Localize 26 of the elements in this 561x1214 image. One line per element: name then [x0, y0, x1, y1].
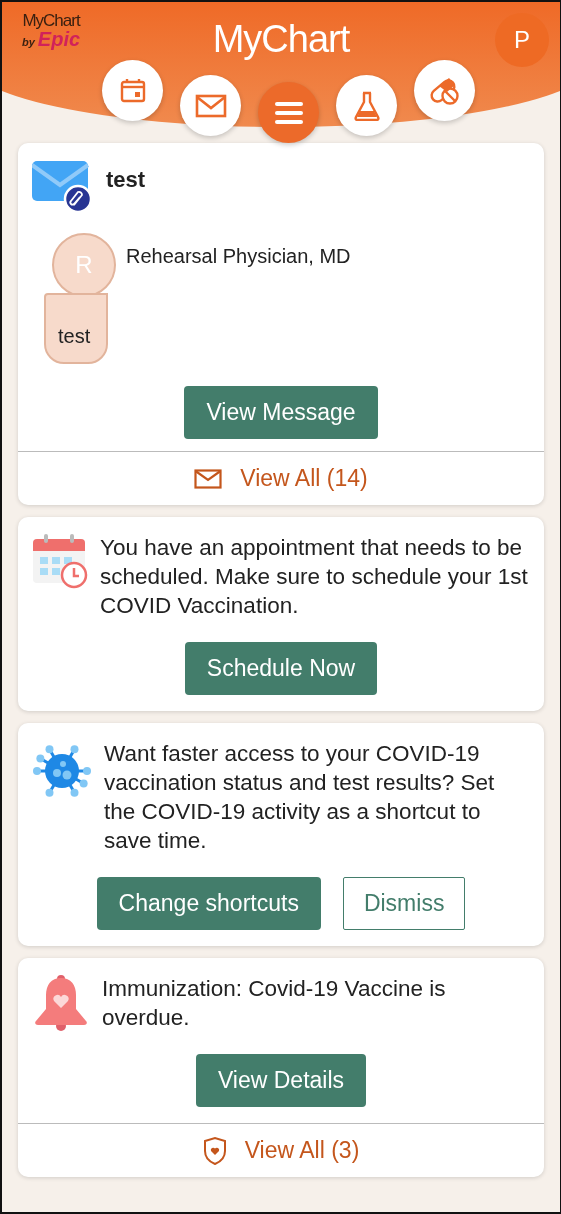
logo-by-text: by — [22, 37, 35, 48]
calendar-icon — [119, 77, 146, 104]
appointment-message: You have an appointment that needs to be scheduled. Make sure to schedule your 1st COVID Vaccination. — [100, 534, 529, 620]
view-all-link[interactable]: View All (14) — [18, 451, 544, 505]
pills-icon — [428, 75, 461, 106]
view-message-button[interactable]: View Message — [184, 386, 378, 439]
action-button[interactable]: View Details — [195, 1054, 367, 1107]
sender-name: Rehearsal Physician, MD — [126, 245, 351, 269]
app-title: MyChart — [212, 18, 350, 60]
view-all-link[interactable]: View All (3) — [18, 1123, 544, 1177]
action-button[interactable]: Schedule Now — [184, 642, 378, 695]
message-subject: test — [106, 167, 146, 193]
reminder-message: Immunization: Covid-19 Vaccine is overdue. — [102, 975, 447, 1032]
calendar-clock-icon — [32, 533, 88, 589]
logo-text: MyChart — [22, 12, 80, 29]
envelope-icon — [194, 468, 223, 489]
action-button[interactable]: Change shortcuts — [96, 877, 321, 930]
bell-icon — [32, 974, 90, 1032]
logo-brand-text: Epic — [37, 29, 81, 49]
flask-icon — [352, 90, 381, 121]
covid-message: Want faster access to your COVID-19 vaccination status and test results? Set the COVID-19 activity as a shortcut to save time. — [104, 740, 496, 855]
shield-heart-icon — [202, 1135, 227, 1166]
message-preview: test — [44, 293, 109, 364]
dismiss-button[interactable]: Dismiss — [342, 877, 466, 930]
menu-icon — [273, 100, 304, 125]
envelope-icon — [194, 93, 227, 118]
